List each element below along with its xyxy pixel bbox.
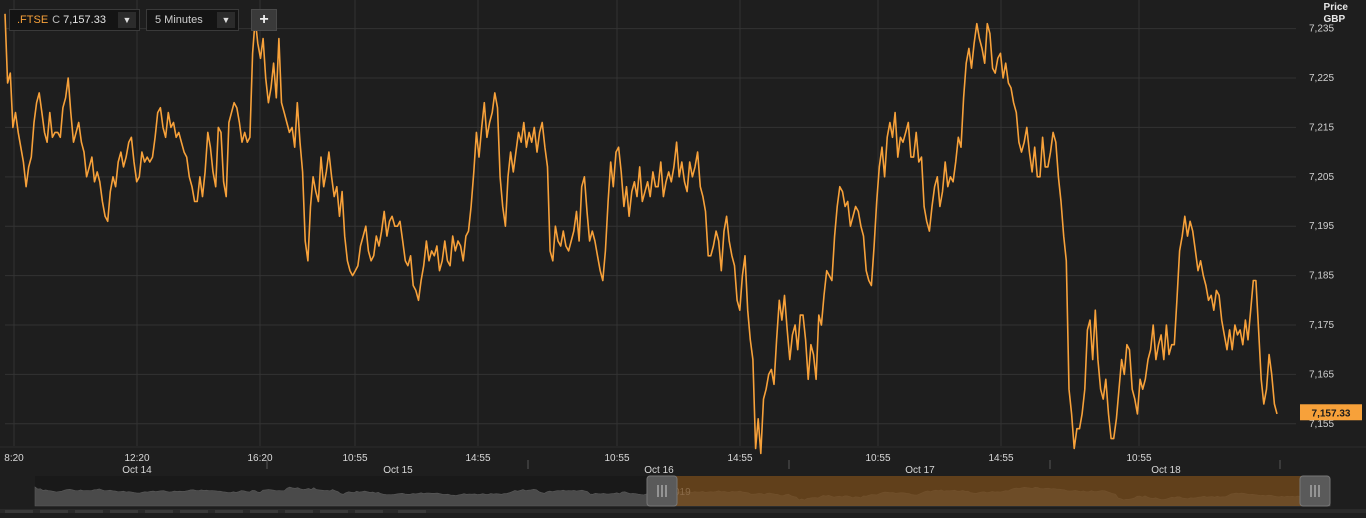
x-date-label: Oct 17 xyxy=(905,465,935,476)
navigator-selection[interactable] xyxy=(663,476,1313,506)
x-tick-label: 10:55 xyxy=(604,453,629,464)
close-value: 7,157.33 xyxy=(63,14,106,26)
y-tick-label: 7,155 xyxy=(1309,419,1334,430)
x-date-label: Oct 14 xyxy=(122,465,152,476)
axis-header-price: Price xyxy=(1323,2,1348,13)
interval-label: 5 Minutes xyxy=(155,14,203,26)
plus-icon[interactable]: + xyxy=(251,9,277,31)
y-tick-label: 7,205 xyxy=(1309,172,1334,183)
interval-selector[interactable]: 5 Minutes ▼ xyxy=(146,9,239,31)
y-tick-label: 7,185 xyxy=(1309,271,1334,282)
x-tick-label: 12:20 xyxy=(124,453,149,464)
y-tick-label: 7,225 xyxy=(1309,73,1334,84)
x-tick-label: 16:20 xyxy=(247,453,272,464)
x-tick-label: 14:55 xyxy=(727,453,752,464)
symbol-label: .FTSE xyxy=(17,14,49,26)
chart-toolbar: .FTSE C 7,157.33 ▼ 5 Minutes ▼ + xyxy=(9,9,277,31)
chart-background xyxy=(0,0,1366,513)
x-tick-label: 10:55 xyxy=(1126,453,1151,464)
x-tick-label: 14:55 xyxy=(988,453,1013,464)
chart-svg[interactable]: 7,155 7,165 7,175 7,185 7,195 7,205 7,215 7,225… xyxy=(0,0,1366,513)
x-tick-label: 10:55 xyxy=(342,453,367,464)
x-date-label: Oct 15 xyxy=(383,465,413,476)
x-tick-label: 10:55 xyxy=(865,453,890,464)
triangle-down-icon[interactable]: ▼ xyxy=(118,12,136,28)
triangle-down-icon[interactable]: ▼ xyxy=(217,12,235,28)
price-chart[interactable]: 7,155 7,165 7,175 7,185 7,195 7,205 7,215 7,225… xyxy=(0,0,1366,513)
axis-header-currency: GBP xyxy=(1323,14,1346,25)
y-tick-label: 7,215 xyxy=(1309,122,1334,133)
x-date-label: Oct 18 xyxy=(1151,465,1181,476)
last-price-tag: 7,157.33 xyxy=(1300,404,1362,421)
axis-header: Price GBP xyxy=(1324,2,1348,26)
x-tick-label: 14:55 xyxy=(465,453,490,464)
y-tick-label: 7,175 xyxy=(1309,320,1334,331)
y-tick-label: 7,165 xyxy=(1309,369,1334,380)
x-tick-label: 8:20 xyxy=(4,453,24,464)
y-tick-label: 7,195 xyxy=(1309,221,1334,232)
close-label: C xyxy=(52,14,61,26)
x-date-label: Oct 16 xyxy=(644,465,674,476)
last-price-tag-label: 7,157.33 xyxy=(1312,408,1351,419)
symbol-selector[interactable]: .FTSE C 7,157.33 ▼ xyxy=(9,9,140,31)
